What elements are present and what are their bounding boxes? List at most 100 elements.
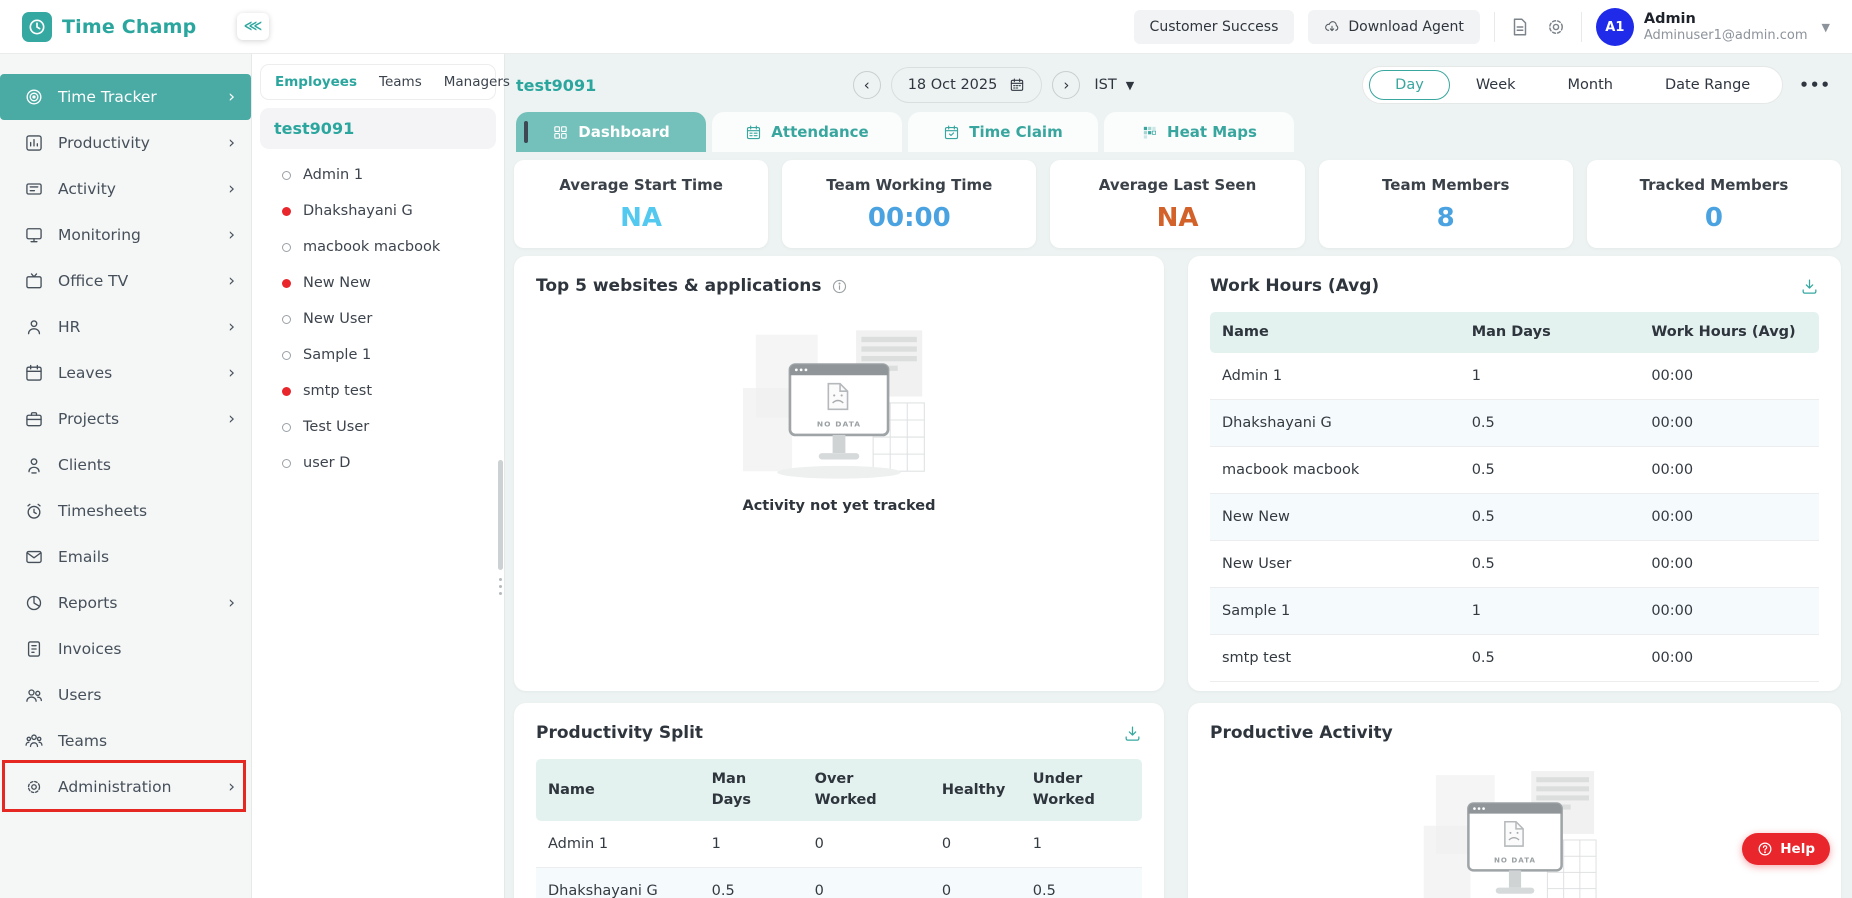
employee-name: user D xyxy=(303,455,350,471)
employee-list-item[interactable]: Test User xyxy=(282,409,504,445)
active-tab-indicator xyxy=(524,121,528,143)
prev-day-button[interactable]: ‹ xyxy=(853,71,881,99)
employee-list-item[interactable]: New User xyxy=(282,301,504,337)
team-group-header[interactable]: test9091 xyxy=(260,108,496,149)
cell-over-worked: 0 xyxy=(803,868,930,898)
chevron-right-icon: › xyxy=(228,227,235,244)
sidebar-item-invoices[interactable]: Invoices xyxy=(0,626,251,672)
employee-name: Dhakshayani G xyxy=(303,203,413,219)
employee-list-item[interactable]: Dhakshayani G xyxy=(282,193,504,229)
employee-list-item[interactable]: New New xyxy=(282,265,504,301)
view-option-week[interactable]: Week xyxy=(1450,69,1542,101)
tab-employees[interactable]: Employees xyxy=(275,74,357,90)
sidebar-item-projects[interactable]: Projects › xyxy=(0,396,251,442)
employee-list-item[interactable]: Sample 1 xyxy=(282,337,504,373)
sidebar-collapse-button[interactable]: ⋘ xyxy=(237,13,269,40)
card-title: Productive Activity xyxy=(1210,723,1393,743)
employee-list-item[interactable]: Admin 1 xyxy=(282,157,504,193)
cell-man-days: 0.5 xyxy=(1460,541,1640,588)
employee-name: New New xyxy=(303,275,371,291)
card-title: Productivity Split xyxy=(536,723,703,743)
panel-resize-handle[interactable] xyxy=(499,578,502,595)
employee-list-item[interactable]: smtp test xyxy=(282,373,504,409)
date-picker[interactable]: 18 Oct 2025 xyxy=(891,67,1043,103)
view-option-date-range[interactable]: Date Range xyxy=(1639,69,1776,101)
cell-man-days: 0.5 xyxy=(1460,494,1640,541)
time-claim-calendar-icon xyxy=(943,124,960,141)
next-day-button[interactable]: › xyxy=(1052,71,1080,99)
stopwatch-icon xyxy=(24,501,44,521)
user-menu[interactable]: A1 Admin Adminuser1@admin.com ▼ xyxy=(1596,8,1830,46)
attendance-calendar-icon xyxy=(745,124,762,141)
main-sidebar: Time Tracker › Productivity › Activity ›… xyxy=(0,54,252,898)
stat-label: Team Members xyxy=(1382,176,1509,194)
dashboard-grid-icon xyxy=(552,124,569,141)
sidebar-item-users[interactable]: Users xyxy=(0,672,251,718)
sidebar-item-teams[interactable]: Teams xyxy=(0,718,251,764)
stat-value: NA xyxy=(620,203,662,233)
stat-value: NA xyxy=(1157,203,1199,233)
info-icon[interactable] xyxy=(831,278,848,295)
view-option-day[interactable]: Day xyxy=(1369,70,1450,100)
divider xyxy=(1494,12,1495,42)
tab-teams[interactable]: Teams xyxy=(379,74,422,90)
help-label: Help xyxy=(1780,841,1815,857)
tab-managers[interactable]: Managers xyxy=(444,74,510,90)
panel-scrollbar-thumb[interactable] xyxy=(498,460,503,570)
empty-state: Activity not yet tracked xyxy=(536,324,1142,514)
sidebar-item-clients[interactable]: Clients xyxy=(0,442,251,488)
cell-man-days: 1 xyxy=(700,821,803,868)
stat-value: 8 xyxy=(1437,203,1455,233)
sidebar-item-activity[interactable]: Activity › xyxy=(0,166,251,212)
customer-success-button[interactable]: Customer Success xyxy=(1134,10,1295,44)
sidebar-item-label: Monitoring xyxy=(58,226,228,244)
user-email: Adminuser1@admin.com xyxy=(1644,28,1808,44)
download-icon[interactable] xyxy=(1800,277,1819,296)
sidebar-item-emails[interactable]: Emails xyxy=(0,534,251,580)
employee-name: macbook macbook xyxy=(303,239,440,255)
sidebar-item-productivity[interactable]: Productivity › xyxy=(0,120,251,166)
chevron-right-icon: › xyxy=(228,365,235,382)
caret-down-icon: ▼ xyxy=(1126,79,1134,92)
cell-work-hours: 00:00 xyxy=(1639,494,1819,541)
no-data-illustration xyxy=(734,324,944,484)
view-option-month[interactable]: Month xyxy=(1542,69,1639,101)
help-button[interactable]: Help xyxy=(1742,833,1830,865)
card-title: Work Hours (Avg) xyxy=(1210,276,1379,296)
time-tracker-icon xyxy=(24,87,44,107)
work-hours-table: Name Man Days Work Hours (Avg) Admin 1 1… xyxy=(1210,312,1819,682)
employee-panel-tabs: Employees Teams Managers xyxy=(260,64,496,100)
settings-gear-icon[interactable] xyxy=(1545,16,1567,38)
sidebar-item-label: Teams xyxy=(58,732,235,750)
calendar-icon xyxy=(24,363,44,383)
cell-name: New New xyxy=(1210,494,1460,541)
download-icon[interactable] xyxy=(1123,724,1142,743)
employee-list-item[interactable]: macbook macbook xyxy=(282,229,504,265)
sidebar-item-hr[interactable]: HR › xyxy=(0,304,251,350)
client-person-icon xyxy=(24,455,44,475)
cell-name: Admin 1 xyxy=(536,821,700,868)
download-agent-label: Download Agent xyxy=(1348,19,1463,35)
sidebar-item-office-tv[interactable]: Office TV › xyxy=(0,258,251,304)
tab-dashboard[interactable]: Dashboard xyxy=(516,112,706,152)
sidebar-item-label: Activity xyxy=(58,180,228,198)
dashboard-tabs: Dashboard Attendance Time Claim Heat Map… xyxy=(514,112,1841,152)
table-header-row: Name Man Days Over Worked Healthy Under … xyxy=(536,759,1142,821)
tab-heat-maps[interactable]: Heat Maps xyxy=(1104,112,1294,152)
tab-time-claim[interactable]: Time Claim xyxy=(908,112,1098,152)
sidebar-item-leaves[interactable]: Leaves › xyxy=(0,350,251,396)
download-agent-button[interactable]: Download Agent xyxy=(1308,10,1479,44)
sidebar-item-timesheets[interactable]: Timesheets xyxy=(0,488,251,534)
tab-attendance[interactable]: Attendance xyxy=(712,112,902,152)
timezone-dropdown[interactable]: IST ▼ xyxy=(1094,77,1134,93)
sidebar-item-monitoring[interactable]: Monitoring › xyxy=(0,212,251,258)
more-options-button[interactable]: ••• xyxy=(1799,76,1831,94)
employee-list-item[interactable]: user D xyxy=(282,445,504,481)
sidebar-item-label: Emails xyxy=(58,548,235,566)
sidebar-item-administration[interactable]: Administration › xyxy=(0,764,251,810)
notes-document-icon[interactable] xyxy=(1509,16,1531,38)
sidebar-item-time-tracker[interactable]: Time Tracker › xyxy=(0,74,251,120)
sidebar-item-reports[interactable]: Reports › xyxy=(0,580,251,626)
invoice-document-icon xyxy=(24,639,44,659)
no-data-illustration xyxy=(1415,765,1615,898)
